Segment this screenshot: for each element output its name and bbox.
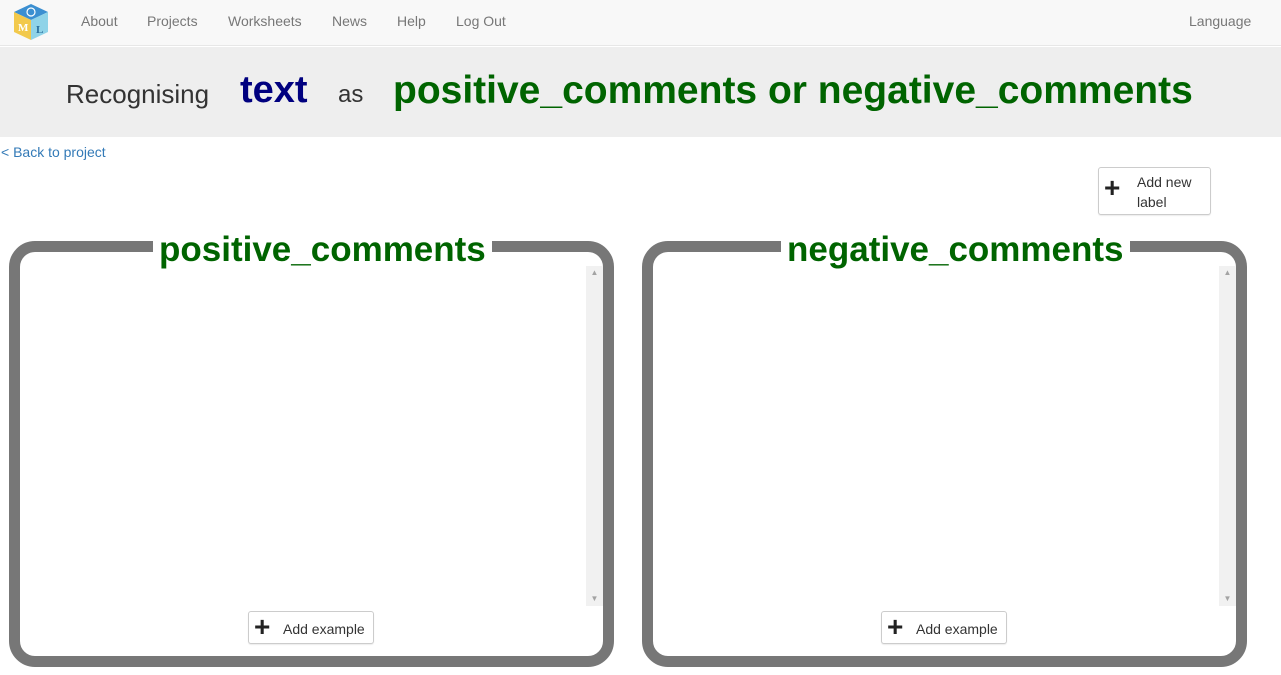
plus-icon: + xyxy=(887,611,904,642)
svg-text:L: L xyxy=(36,24,43,36)
label-bucket-positive-comments: positive_comments ▲ ▼ + Add example xyxy=(9,230,614,667)
banner-labels: positive_comments or negative_comments xyxy=(393,69,1193,112)
add-label-line-1: Add new xyxy=(1137,174,1192,190)
bucket-scrollbar[interactable]: ▲ ▼ xyxy=(1219,266,1236,606)
back-to-project-link[interactable]: < Back to project xyxy=(1,144,106,160)
plus-icon: + xyxy=(1104,172,1121,203)
nav-help[interactable]: Help xyxy=(397,13,426,29)
bucket-title: negative_comments xyxy=(781,230,1130,270)
nav-projects[interactable]: Projects xyxy=(147,13,198,29)
bucket-scrollbar[interactable]: ▲ ▼ xyxy=(586,266,603,606)
svg-text:M: M xyxy=(18,22,29,34)
scroll-down-arrow-icon[interactable]: ▼ xyxy=(586,592,603,606)
project-banner: Recognising text as positive_comments or… xyxy=(0,47,1281,137)
nav-log-out[interactable]: Log Out xyxy=(456,13,506,29)
add-example-label: Add example xyxy=(283,621,365,637)
scroll-up-arrow-icon[interactable]: ▲ xyxy=(586,266,603,280)
nav-news[interactable]: News xyxy=(332,13,367,29)
nav-about[interactable]: About xyxy=(81,13,118,29)
bucket-title: positive_comments xyxy=(153,230,492,270)
plus-icon: + xyxy=(254,611,271,642)
label-bucket-negative-comments: negative_comments ▲ ▼ + Add example xyxy=(642,230,1247,667)
ml-blocks-logo-icon[interactable]: M L xyxy=(12,3,50,41)
add-new-label-button[interactable]: + Add new label xyxy=(1098,167,1211,215)
add-example-button[interactable]: + Add example xyxy=(881,611,1007,644)
scroll-down-arrow-icon[interactable]: ▼ xyxy=(1219,592,1236,606)
add-example-button[interactable]: + Add example xyxy=(248,611,374,644)
top-navbar: M L About Projects Worksheets News Help … xyxy=(0,0,1281,46)
add-label-line-2: label xyxy=(1137,194,1167,210)
banner-project-type: text xyxy=(240,69,308,111)
nav-language[interactable]: Language xyxy=(1189,13,1251,29)
banner-joiner: as xyxy=(338,81,364,108)
banner-prefix: Recognising xyxy=(66,79,210,109)
scroll-up-arrow-icon[interactable]: ▲ xyxy=(1219,266,1236,280)
nav-worksheets[interactable]: Worksheets xyxy=(228,13,302,29)
add-example-label: Add example xyxy=(916,621,998,637)
